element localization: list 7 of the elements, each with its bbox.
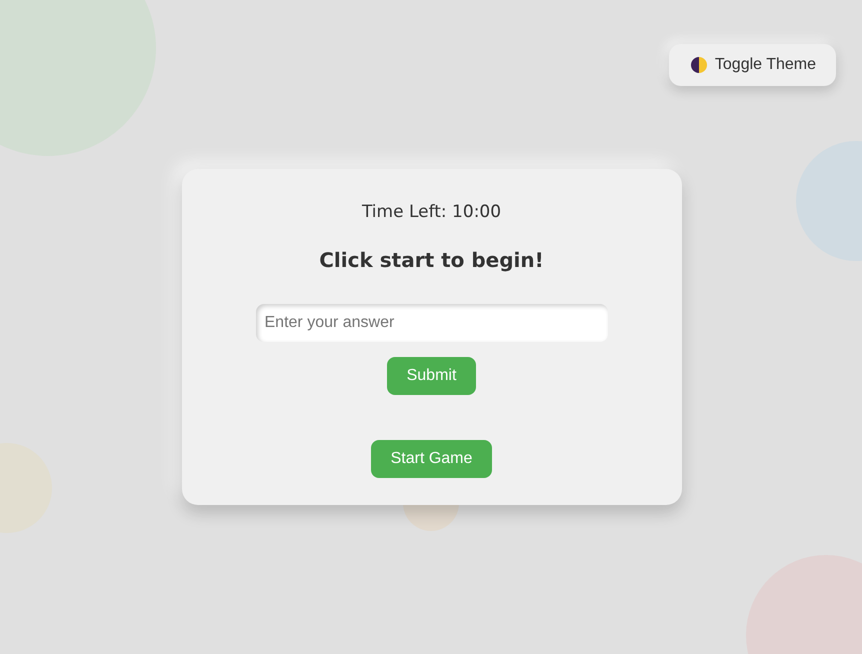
toggle-theme-button[interactable]: Toggle Theme (668, 44, 836, 86)
status-message: Click start to begin! (319, 247, 544, 274)
start-game-button[interactable]: Start Game (370, 440, 492, 478)
half-moon-icon (690, 57, 707, 73)
submit-button[interactable]: Submit (386, 357, 476, 395)
answer-input-field[interactable]: Enter your answer (256, 304, 608, 342)
timer-text: Time Left: 10:00 (362, 201, 502, 224)
